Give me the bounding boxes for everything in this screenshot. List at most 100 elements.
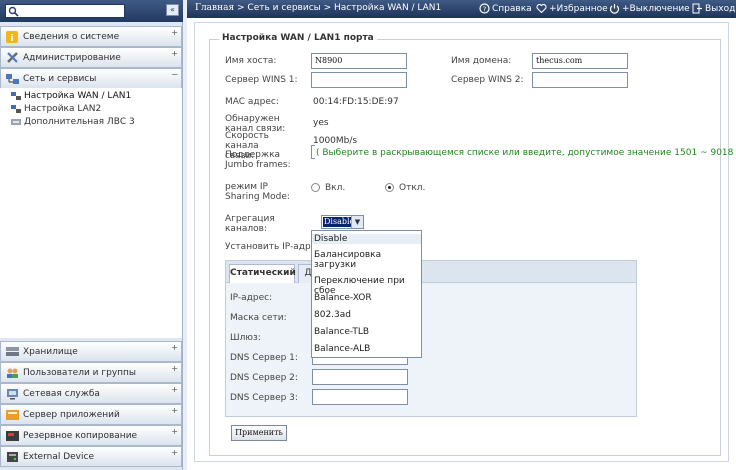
sidebar-section-label: External Device bbox=[23, 451, 94, 462]
expand-icon: + bbox=[171, 448, 178, 457]
expand-icon: + bbox=[171, 49, 178, 58]
sidebar-item-label: Дополнительная ЛВС 3 bbox=[24, 117, 135, 127]
svg-text:?: ? bbox=[483, 6, 487, 14]
ip-sharing-off-radio[interactable] bbox=[385, 183, 394, 192]
dns3-label: DNS Сервер 3: bbox=[230, 393, 298, 403]
users-icon bbox=[5, 366, 19, 380]
logout-link[interactable]: Выход bbox=[692, 3, 735, 14]
aggregation-label: Агрегация каналов: bbox=[225, 214, 275, 234]
sidebar-tree: Настройка WAN / LAN1 Настройка LAN2 Допо… bbox=[0, 88, 182, 338]
network-port-icon bbox=[11, 119, 21, 125]
expand-icon: + bbox=[171, 364, 178, 373]
sidebar-section-network-service[interactable]: Сетевая служба + bbox=[0, 383, 182, 404]
netmask-label: Маска сети: bbox=[230, 313, 287, 323]
network-port-icon bbox=[11, 105, 21, 113]
power-icon bbox=[609, 4, 620, 14]
expand-icon: + bbox=[171, 406, 178, 415]
wins2-field[interactable] bbox=[532, 72, 628, 88]
sidebar-section-label: Пользователи и группы bbox=[23, 367, 137, 378]
info-icon: i bbox=[5, 30, 19, 44]
chevron-down-icon[interactable]: ▼ bbox=[351, 216, 363, 228]
expand-icon: + bbox=[171, 385, 178, 394]
favorites-link[interactable]: +Избранное bbox=[536, 3, 608, 14]
sidebar-item-wan-lan1[interactable]: Настройка WAN / LAN1 bbox=[10, 91, 132, 101]
aggregation-dropdown-list: Disable Балансировка загрузки Переключен… bbox=[311, 230, 422, 358]
sidebar-item-label: Настройка LAN2 bbox=[24, 104, 102, 114]
network-service-icon bbox=[5, 387, 19, 401]
aggregation-option[interactable]: Balance-XOR bbox=[312, 293, 421, 303]
link-speed-value: 1000Mb/s bbox=[313, 136, 358, 146]
sidebar-section-backup[interactable]: Резервное копирование + bbox=[0, 425, 182, 446]
storage-icon bbox=[5, 345, 19, 359]
domain-field[interactable]: thecus.com bbox=[532, 53, 628, 69]
sidebar-section-label: Сетевая служба bbox=[23, 388, 100, 399]
aggregation-option[interactable]: Балансировка загрузки bbox=[312, 250, 412, 270]
sidebar-section-system-info[interactable]: i Сведения о системе + bbox=[0, 26, 182, 47]
search-icon bbox=[8, 6, 19, 17]
expand-icon: + bbox=[171, 28, 178, 37]
sidebar-section-label: Сведения о системе bbox=[23, 31, 120, 42]
help-label: Справка bbox=[492, 3, 532, 14]
dns2-field[interactable] bbox=[312, 369, 408, 385]
jumbo-frames-field[interactable] bbox=[311, 145, 315, 159]
wins2-label: Сервер WINS 2: bbox=[451, 75, 524, 85]
mac-value: 00:14:FD:15:DE:97 bbox=[313, 97, 399, 107]
wins1-field[interactable] bbox=[311, 72, 407, 88]
network-port-icon bbox=[11, 92, 21, 100]
ip-sharing-on-radio[interactable] bbox=[311, 183, 320, 192]
sidebar-section-label: Резервное копирование bbox=[23, 430, 138, 441]
apply-button[interactable]: Применить bbox=[231, 425, 287, 441]
external-device-icon bbox=[5, 450, 19, 464]
ip-sharing-on-label: Вкл. bbox=[325, 183, 346, 193]
app-server-icon bbox=[5, 408, 19, 422]
aggregation-option[interactable]: Disable bbox=[312, 234, 421, 244]
sidebar-section-administration[interactable]: Администрирование + bbox=[0, 47, 182, 68]
sidebar-section-users-groups[interactable]: Пользователи и группы + bbox=[0, 362, 182, 383]
mac-label: MAC адрес: bbox=[225, 97, 279, 107]
logout-label: Выход bbox=[705, 3, 736, 14]
ip-sharing-off-label: Откл. bbox=[399, 183, 426, 193]
sidebar-item-additional-lan3[interactable]: Дополнительная ЛВС 3 bbox=[10, 117, 135, 127]
network-icon bbox=[5, 72, 19, 86]
sidebar: « i Сведения о системе + Администрирован… bbox=[0, 0, 183, 470]
aggregation-option[interactable]: Balance-ALB bbox=[312, 344, 421, 354]
domain-label: Имя домена: bbox=[451, 56, 512, 66]
expand-icon: + bbox=[171, 427, 178, 436]
collapse-sidebar-button[interactable]: « bbox=[166, 4, 179, 16]
ip-address-label: IP-адрес: bbox=[230, 293, 273, 303]
aggregation-option[interactable]: 802.3ad bbox=[312, 310, 421, 320]
jumbo-frames-label: Поддержка Jumbo frames: bbox=[225, 150, 291, 170]
sidebar-section-storage[interactable]: Хранилище + bbox=[0, 341, 182, 362]
aggregation-select[interactable]: Disable ▼ bbox=[321, 215, 364, 229]
search-input[interactable] bbox=[5, 4, 125, 18]
shutdown-link[interactable]: +Выключение bbox=[609, 3, 690, 14]
top-bar: Главная > Сеть и сервисы > Настройка WAN… bbox=[187, 0, 736, 18]
sidebar-section-app-server[interactable]: Сервер приложений + bbox=[0, 404, 182, 425]
ip-sharing-label: режим IP Sharing Mode: bbox=[225, 182, 290, 202]
dns3-field[interactable] bbox=[312, 389, 408, 405]
sidebar-section-label: Сервер приложений bbox=[23, 409, 120, 420]
tab-static[interactable]: Статический bbox=[229, 264, 296, 283]
sidebar-section-network-services[interactable]: Сеть и сервисы − bbox=[0, 68, 182, 89]
sidebar-section-label: Хранилище bbox=[23, 346, 78, 357]
logout-icon bbox=[692, 3, 702, 14]
breadcrumb-path: > Сеть и сервисы > Настройка WAN / LAN1 bbox=[234, 3, 442, 13]
gateway-label: Шлюз: bbox=[230, 333, 261, 343]
aggregation-option[interactable]: Balance-TLB bbox=[312, 327, 421, 337]
sidebar-item-lan2[interactable]: Настройка LAN2 bbox=[10, 104, 101, 114]
backup-icon bbox=[5, 429, 19, 443]
svg-text:i: i bbox=[10, 34, 13, 43]
help-link[interactable]: ? Справка bbox=[479, 3, 532, 14]
shutdown-label: +Выключение bbox=[622, 3, 690, 14]
breadcrumb-home-link[interactable]: Главная bbox=[195, 3, 234, 13]
breadcrumb: Главная > Сеть и сервисы > Настройка WAN… bbox=[195, 3, 441, 13]
dns1-label: DNS Сервер 1: bbox=[230, 353, 298, 363]
hostname-field[interactable]: N8900 bbox=[311, 53, 407, 69]
jumbo-frames-hint: ( Выберите в раскрывающемся списке или в… bbox=[316, 148, 736, 158]
help-icon: ? bbox=[479, 3, 490, 14]
sidebar-header: « bbox=[0, 0, 183, 22]
fieldset-legend: Настройка WAN / LAN1 порта bbox=[219, 33, 377, 43]
sidebar-section-external-device[interactable]: External Device + bbox=[0, 446, 182, 467]
dns2-label: DNS Сервер 2: bbox=[230, 373, 298, 383]
wins1-label: Сервер WINS 1: bbox=[225, 75, 298, 85]
